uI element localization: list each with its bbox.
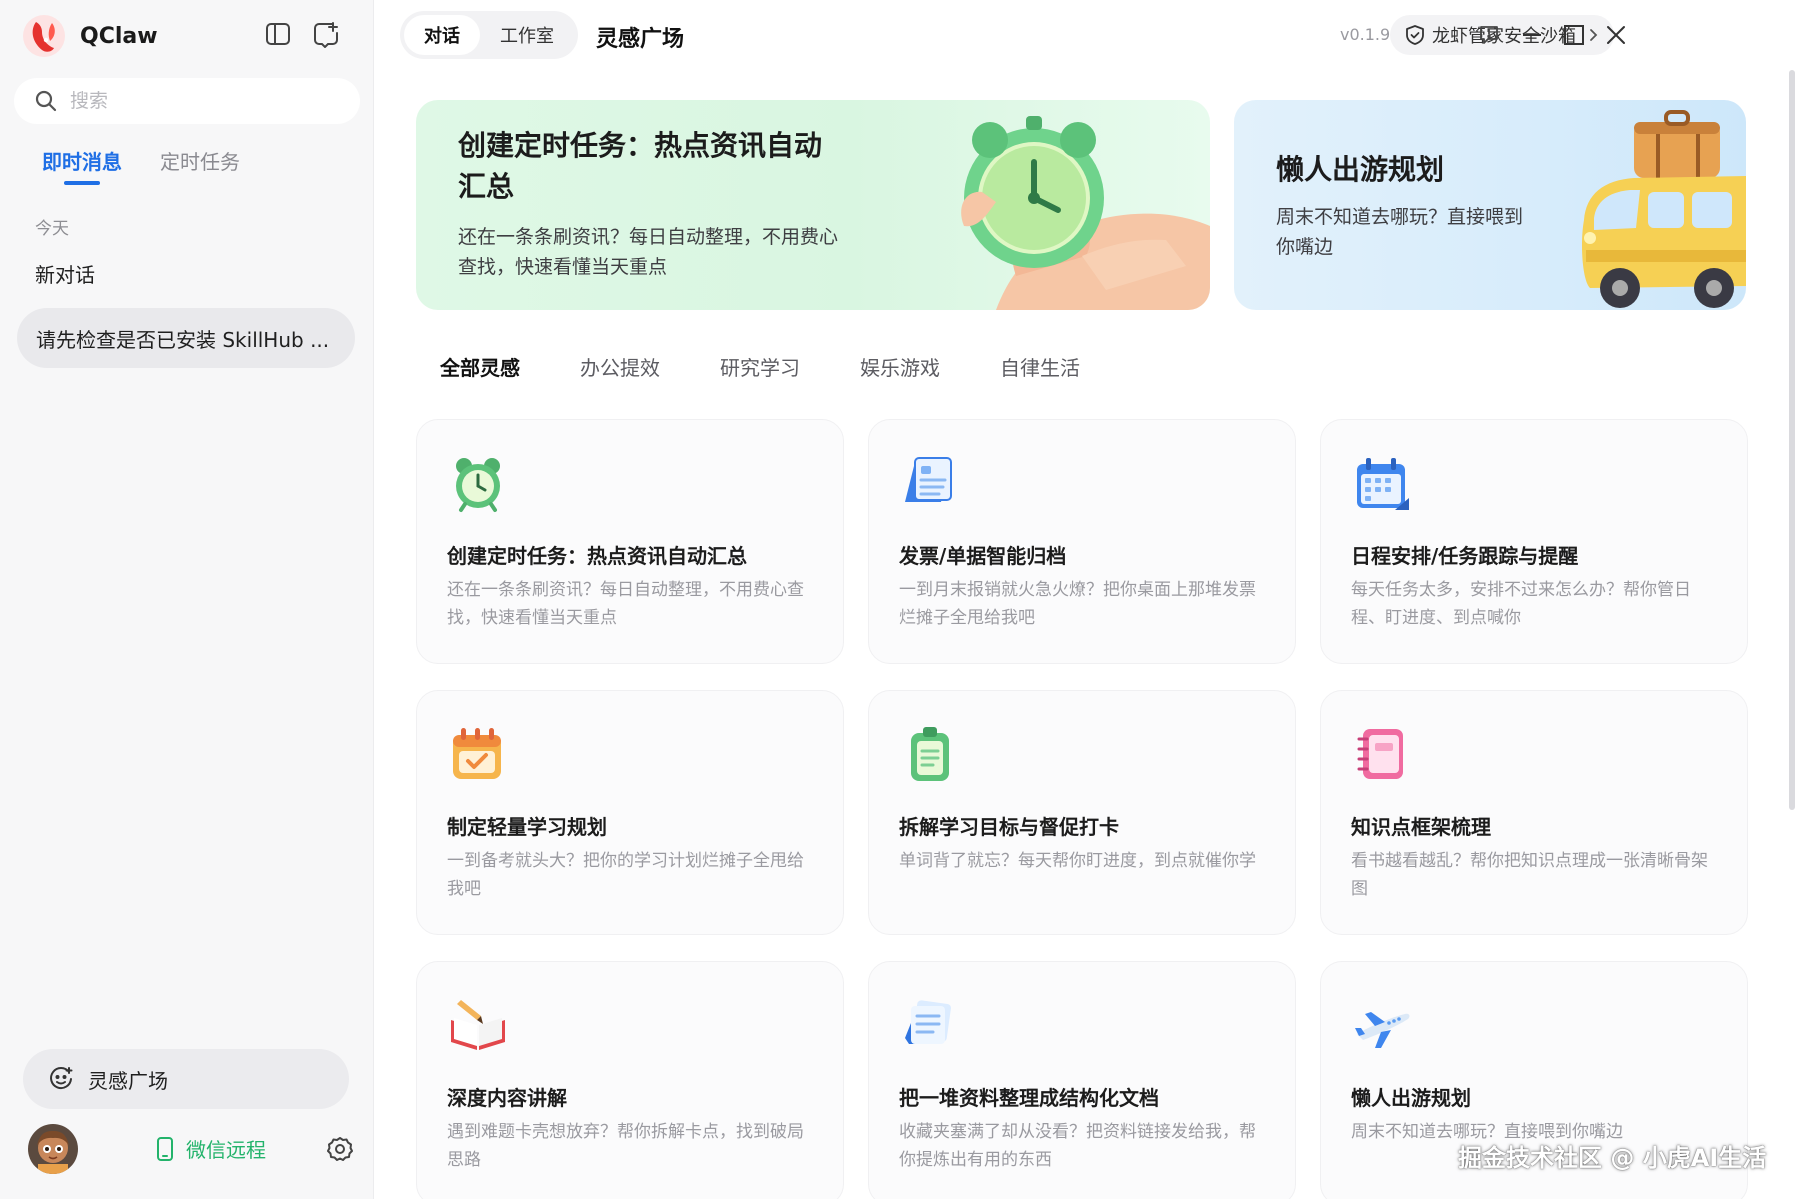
- inspiration-card[interactable]: 知识点框架梳理 看书越看越乱？帮你把知识点理成一张清晰骨架图: [1320, 690, 1748, 935]
- notebook-icon: [1357, 729, 1403, 779]
- inspiration-square-button[interactable]: 灵感广场: [23, 1049, 349, 1109]
- card-title: 发票/单据智能归档: [899, 544, 1067, 568]
- inspiration-card[interactable]: 日程安排/任务跟踪与提醒 每天任务太多，安排不过来怎么办？帮你管日程、盯进度、到…: [1320, 419, 1748, 664]
- avatar[interactable]: [28, 1124, 78, 1174]
- card-title: 创建定时任务：热点资讯自动汇总: [447, 544, 747, 568]
- alarm-clock-icon: [456, 458, 500, 512]
- new-chat-icon[interactable]: [312, 20, 340, 49]
- card-title: 懒人出游规划: [1351, 1086, 1471, 1110]
- wechat-remote-label: 微信远程: [186, 1138, 266, 1162]
- card-title: 把一堆资料整理成结构化文档: [899, 1086, 1159, 1110]
- sandbox-label: 龙虾管家安全沙箱: [1432, 26, 1576, 47]
- open-book-icon: [451, 1000, 505, 1050]
- inspiration-card[interactable]: 发票/单据智能归档 一到月末报销就火急火燎？把你桌面上那堆发票烂摊子全甩给我吧: [868, 419, 1296, 664]
- banner-desc: 还在一条条刷资讯？每日自动整理，不用费心查找，快速看懂当天重点: [458, 226, 839, 279]
- phone-icon: [157, 1136, 173, 1161]
- documents-stack-icon: [905, 1000, 951, 1044]
- card-title: 制定轻量学习规划: [447, 815, 607, 839]
- inspiration-card[interactable]: 制定轻量学习规划 一到备考就头大？把你的学习计划烂摊子全甩给我吧: [416, 690, 844, 935]
- card-desc: 每天任务太多，安排不过来怎么办？帮你管日程、盯进度、到点喊你: [1351, 580, 1691, 628]
- toggle-sidebar-icon[interactable]: [264, 20, 292, 48]
- card-desc: 还在一条条刷资讯？每日自动整理，不用费心查找，快速看懂当天重点: [447, 580, 804, 628]
- conversation-item-active[interactable]: 请先检查是否已安装 SkillHub ...: [17, 308, 355, 368]
- banner-lazy-travel[interactable]: 懒人出游规划 周末不知道去哪玩？直接喂到你嘴边: [1234, 100, 1746, 310]
- tab-studio[interactable]: 工作室: [480, 15, 574, 55]
- feedback-icon[interactable]: [1476, 22, 1502, 48]
- maximize-icon[interactable]: [1561, 22, 1587, 48]
- chevron-right-icon: [1590, 29, 1598, 41]
- calendar-icon: [1357, 458, 1409, 510]
- close-icon[interactable]: [1603, 22, 1629, 48]
- section-label-today: 今天: [35, 219, 69, 239]
- top-tabs: 对话 工作室: [400, 11, 578, 59]
- airplane-icon: [1355, 1012, 1410, 1048]
- card-desc: 一到备考就头大？把你的学习计划烂摊子全甩给我吧: [447, 851, 804, 899]
- banner-desc: 周末不知道去哪玩？直接喂到你嘴边: [1276, 206, 1524, 259]
- category-tab-self-discipline[interactable]: 自律生活: [1000, 352, 1080, 381]
- card-title: 拆解学习目标与督促打卡: [899, 815, 1119, 839]
- category-tab-office[interactable]: 办公提效: [580, 352, 660, 381]
- card-desc: 一到月末报销就火急火燎？把你桌面上那堆发票烂摊子全甩给我吧: [899, 580, 1256, 628]
- inspiration-card[interactable]: 把一堆资料整理成结构化文档 收藏夹塞满了却从没看？把资料链接发给我，帮你提炼出有…: [868, 961, 1296, 1199]
- card-desc: 遇到难题卡壳想放弃？帮你拆解卡点，找到破局思路: [447, 1122, 804, 1170]
- van-with-luggage-icon: [1582, 110, 1746, 308]
- smile-icon: [50, 1067, 73, 1090]
- brand: QClaw: [22, 14, 158, 58]
- search-input[interactable]: [70, 90, 350, 112]
- clipboard-icon: [911, 727, 949, 781]
- banner-title: 懒人出游规划: [1276, 153, 1445, 186]
- tab-chat[interactable]: 对话: [404, 15, 480, 55]
- search-box[interactable]: [14, 78, 360, 124]
- category-tab-research[interactable]: 研究学习: [720, 352, 800, 381]
- card-title: 日程安排/任务跟踪与提醒: [1351, 544, 1579, 568]
- sidebar: QClaw 即时消息 定时任务 今天 新对话 请先检查是否已安装 SkillHu…: [0, 0, 374, 1199]
- search-icon: [35, 90, 57, 112]
- calendar-check-icon: [453, 728, 501, 779]
- app-window: QClaw 即时消息 定时任务 今天 新对话 请先检查是否已安装 SkillHu…: [0, 0, 1799, 1199]
- conversation-item[interactable]: 新对话: [35, 259, 95, 288]
- app-name: QClaw: [80, 23, 158, 49]
- card-desc: 看书越看越乱？帮你把知识点理成一张清晰骨架图: [1351, 851, 1708, 899]
- tab-scheduled-tasks[interactable]: 定时任务: [160, 146, 240, 185]
- main-content: 对话 工作室 灵感广场 v0.1.9 龙虾管家安全沙箱 创建定时任务：热点资讯自…: [374, 0, 1799, 1199]
- tab-instant-messages[interactable]: 即时消息: [42, 146, 122, 185]
- inspiration-card-grid: 创建定时任务：热点资讯自动汇总 还在一条条刷资讯？每日自动整理，不用费心查找，快…: [416, 419, 1748, 1199]
- minimize-icon[interactable]: [1519, 22, 1545, 48]
- banner-scheduled-news[interactable]: 创建定时任务：热点资讯自动汇总 还在一条条刷资讯？每日自动整理，不用费心查找，快…: [416, 100, 1210, 310]
- sidebar-tabs: 即时消息 定时任务: [42, 146, 240, 185]
- card-title: 知识点框架梳理: [1351, 815, 1491, 839]
- card-desc: 收藏夹塞满了却从没看？把资料链接发给我，帮你提炼出有用的东西: [899, 1122, 1256, 1170]
- watermark-text: 掘金技术社区 @ 小虎AI生活: [1458, 1144, 1767, 1172]
- inspiration-card[interactable]: 创建定时任务：热点资讯自动汇总 还在一条条刷资讯？每日自动整理，不用费心查找，快…: [416, 419, 844, 664]
- category-tab-entertainment[interactable]: 娱乐游戏: [860, 352, 940, 381]
- page-title[interactable]: 灵感广场: [596, 21, 684, 53]
- inspiration-card[interactable]: 拆解学习目标与督促打卡 单词背了就忘？每天帮你盯进度，到点就催你学: [868, 690, 1296, 935]
- document-icon: [905, 457, 952, 502]
- shield-icon: [1406, 25, 1424, 45]
- settings-gear-icon[interactable]: [326, 1135, 354, 1163]
- scrollbar[interactable]: [1789, 70, 1795, 810]
- banner-title: 创建定时任务：热点资讯自动汇总: [458, 129, 823, 203]
- wechat-remote-button[interactable]: 微信远程: [154, 1134, 266, 1163]
- inspiration-square-label: 灵感广场: [88, 1068, 168, 1093]
- qclaw-logo-icon: [23, 15, 65, 57]
- category-tab-all[interactable]: 全部灵感: [440, 352, 520, 381]
- category-tabs: 全部灵感 办公提效 研究学习 娱乐游戏 自律生活: [440, 352, 1080, 381]
- card-title: 深度内容讲解: [447, 1086, 567, 1110]
- hand-holding-alarm-clock-icon: [961, 116, 1210, 310]
- inspiration-card[interactable]: 深度内容讲解 遇到难题卡壳想放弃？帮你拆解卡点，找到破局思路: [416, 961, 844, 1199]
- version-label: v0.1.9: [1340, 25, 1391, 44]
- card-desc: 单词背了就忘？每天帮你盯进度，到点就催你学: [899, 851, 1256, 871]
